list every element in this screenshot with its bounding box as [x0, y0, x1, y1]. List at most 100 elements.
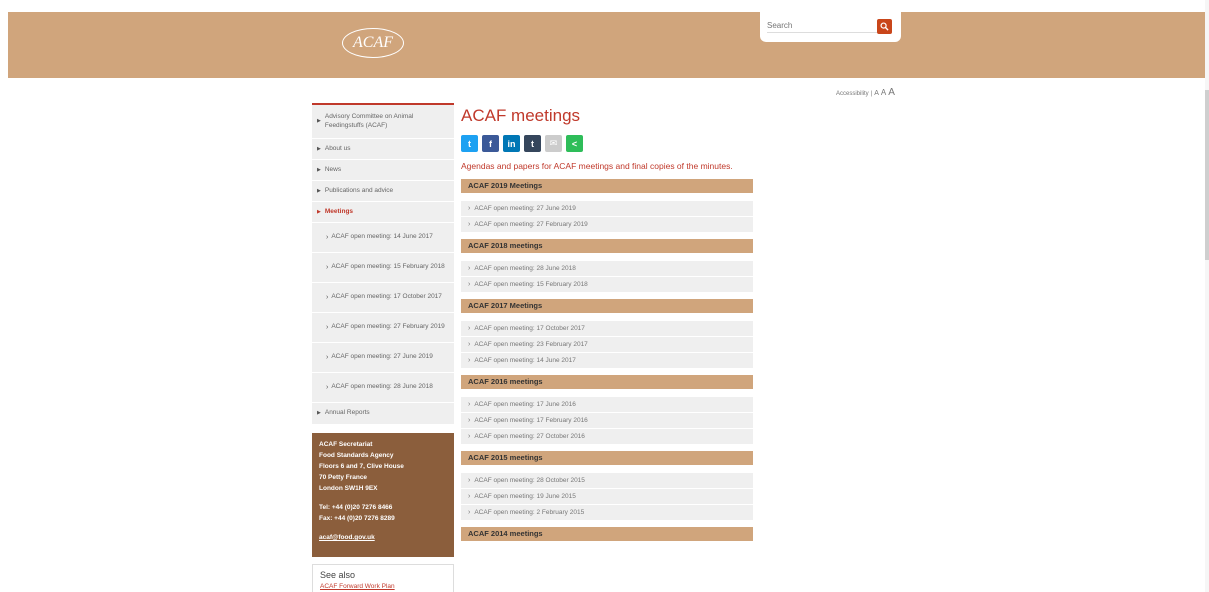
sidebar-subitem-meeting[interactable]: › ACAF open meeting: 14 June 2017: [312, 223, 454, 253]
meeting-link-label: ACAF open meeting: 2 February 2015: [474, 509, 585, 516]
facebook-icon[interactable]: f: [482, 135, 499, 152]
linkedin-icon[interactable]: in: [503, 135, 520, 152]
sidebar-item-meetings[interactable]: ▶ Meetings: [312, 202, 454, 223]
search-button[interactable]: [877, 19, 892, 34]
see-also-link[interactable]: ACAF Forward Work Plan: [320, 583, 446, 590]
text-size-medium[interactable]: A: [881, 88, 886, 97]
accessibility-controls: Accessibility | A A A: [836, 87, 895, 98]
sidebar-subitem-meeting[interactable]: › ACAF open meeting: 28 June 2018: [312, 373, 454, 403]
meeting-link[interactable]: › ACAF open meeting: 27 June 2019: [461, 201, 753, 217]
acaf-logo[interactable]: ACAF: [342, 28, 404, 58]
scrollbar-thumb[interactable]: [1205, 90, 1209, 260]
meeting-link[interactable]: › ACAF open meeting: 27 February 2019: [461, 217, 753, 233]
meeting-link-label: ACAF open meeting: 23 February 2017: [474, 341, 588, 348]
sidebar-item-acaf[interactable]: ▶ Advisory Committee on Animal Feedingst…: [312, 105, 454, 139]
meeting-link-label: ACAF open meeting: 19 June 2015: [474, 493, 576, 500]
sidebar-item-label: Meetings: [324, 207, 354, 215]
chevron-right-icon: ›: [468, 493, 471, 500]
chevron-right-icon: ›: [468, 341, 471, 348]
meeting-link-label: ACAF open meeting: 15 February 2018: [474, 281, 588, 288]
meeting-link-label: ACAF open meeting: 28 October 2015: [474, 477, 585, 484]
contact-line: London SW1H 9EX: [319, 485, 378, 492]
contact-fax: Fax: +44 (0)20 7276 8289: [319, 515, 395, 522]
contact-email-link[interactable]: acaf@food.gov.uk: [319, 532, 447, 543]
meeting-link[interactable]: › ACAF open meeting: 15 February 2018: [461, 277, 753, 293]
section-heading: ACAF 2017 Meetings: [461, 299, 753, 313]
meeting-link-label: ACAF open meeting: 27 February 2019: [474, 221, 588, 228]
meeting-link-label: ACAF open meeting: 27 October 2016: [474, 433, 585, 440]
chevron-right-icon: ›: [468, 281, 471, 288]
site-header: [8, 12, 1205, 78]
meeting-link[interactable]: › ACAF open meeting: 27 October 2016: [461, 429, 753, 445]
chevron-right-icon: ›: [468, 477, 471, 484]
sidebar-item-news[interactable]: ▶ News: [312, 160, 454, 181]
sidebar-item-label: Publications and advice: [324, 186, 394, 194]
meeting-link[interactable]: › ACAF open meeting: 23 February 2017: [461, 337, 753, 353]
contact-line: Floors 6 and 7, Clive House: [319, 463, 404, 470]
see-also-box: See also ACAF Forward Work Plan: [312, 564, 454, 592]
text-size-small[interactable]: A: [874, 90, 879, 97]
meeting-link[interactable]: › ACAF open meeting: 28 June 2018: [461, 261, 753, 277]
sidebar-item-annual-reports[interactable]: ▶ Annual Reports: [312, 403, 454, 425]
triangle-right-icon: ▶: [317, 208, 321, 215]
meeting-link[interactable]: › ACAF open meeting: 17 February 2016: [461, 413, 753, 429]
chevron-right-icon: ›: [326, 323, 329, 331]
chevron-right-icon: ›: [468, 325, 471, 332]
search-input[interactable]: [767, 19, 877, 33]
meeting-list: › ACAF open meeting: 28 June 2018 › ACAF op…: [461, 261, 753, 293]
sidebar-item-publications[interactable]: ▶ Publications and advice: [312, 181, 454, 202]
sidebar-subitem-label: ACAF open meeting: 14 June 2017: [331, 233, 433, 241]
main-content: ACAF meetings t f in t ✉ < Agendas and p…: [461, 103, 753, 541]
sidebar: ▶ Advisory Committee on Animal Feedingst…: [312, 103, 454, 592]
contact-line: ACAF Secretariat: [319, 441, 373, 448]
sidebar-subitem-meeting[interactable]: › ACAF open meeting: 27 June 2019: [312, 343, 454, 373]
meeting-link[interactable]: › ACAF open meeting: 28 October 2015: [461, 473, 753, 489]
chevron-right-icon: ›: [468, 221, 471, 228]
meeting-link[interactable]: › ACAF open meeting: 17 October 2017: [461, 321, 753, 337]
chevron-right-icon: ›: [468, 509, 471, 516]
meeting-link-label: ACAF open meeting: 17 October 2017: [474, 325, 585, 332]
chevron-right-icon: ›: [468, 433, 471, 440]
search-icon: [880, 22, 889, 31]
sidebar-item-about-us[interactable]: ▶ About us: [312, 139, 454, 160]
section-heading: ACAF 2019 Meetings: [461, 179, 753, 193]
chevron-right-icon: ›: [326, 353, 329, 361]
share-bar: t f in t ✉ <: [461, 135, 753, 152]
sidebar-subitem-meeting[interactable]: › ACAF open meeting: 27 February 2019: [312, 313, 454, 343]
scrollbar[interactable]: [1205, 0, 1209, 592]
meeting-list: › ACAF open meeting: 17 October 2017 › ACAF…: [461, 321, 753, 369]
meeting-link[interactable]: › ACAF open meeting: 2 February 2015: [461, 505, 753, 521]
tumblr-icon[interactable]: t: [524, 135, 541, 152]
chevron-right-icon: ›: [468, 265, 471, 272]
chevron-right-icon: ›: [326, 293, 329, 301]
meeting-section: ACAF 2015 meetings › ACAF open meeting: 28…: [461, 451, 753, 521]
contact-line: 70 Petty France: [319, 474, 368, 481]
triangle-right-icon: ▶: [317, 410, 321, 417]
share-icon[interactable]: <: [566, 135, 583, 152]
meeting-section: ACAF 2019 Meetings › ACAF open meeting: 27…: [461, 179, 753, 233]
meeting-link[interactable]: › ACAF open meeting: 19 June 2015: [461, 489, 753, 505]
chevron-right-icon: ›: [326, 383, 329, 391]
triangle-right-icon: ▶: [317, 187, 321, 194]
text-size-large[interactable]: A: [888, 87, 895, 98]
contact-line: Food Standards Agency: [319, 452, 394, 459]
sidebar-item-label: About us: [324, 144, 351, 152]
meeting-link[interactable]: › ACAF open meeting: 14 June 2017: [461, 353, 753, 369]
sidebar-item-label: Annual Reports: [324, 409, 370, 417]
sidebar-nav: ▶ Advisory Committee on Animal Feedingst…: [312, 103, 454, 425]
sidebar-subitem-meeting[interactable]: › ACAF open meeting: 15 February 2018: [312, 253, 454, 283]
sidebar-subitem-meeting[interactable]: › ACAF open meeting: 17 October 2017: [312, 283, 454, 313]
email-icon[interactable]: ✉: [545, 135, 562, 152]
accessibility-label[interactable]: Accessibility: [836, 91, 869, 97]
contact-box: ACAF Secretariat Food Standards Agency F…: [312, 433, 454, 557]
meeting-link[interactable]: › ACAF open meeting: 17 June 2016: [461, 397, 753, 413]
section-heading: ACAF 2015 meetings: [461, 451, 753, 465]
chevron-right-icon: ›: [468, 357, 471, 364]
chevron-right-icon: ›: [326, 263, 329, 271]
meeting-list: › ACAF open meeting: 27 June 2019 › ACAF op…: [461, 201, 753, 233]
meeting-section: ACAF 2016 meetings › ACAF open meeting: 17…: [461, 375, 753, 445]
meeting-list: › ACAF open meeting: 28 October 2015 › ACAF…: [461, 473, 753, 521]
page-intro: Agendas and papers for ACAF meetings and…: [461, 161, 733, 171]
see-also-title: See also: [320, 570, 356, 580]
twitter-icon[interactable]: t: [461, 135, 478, 152]
